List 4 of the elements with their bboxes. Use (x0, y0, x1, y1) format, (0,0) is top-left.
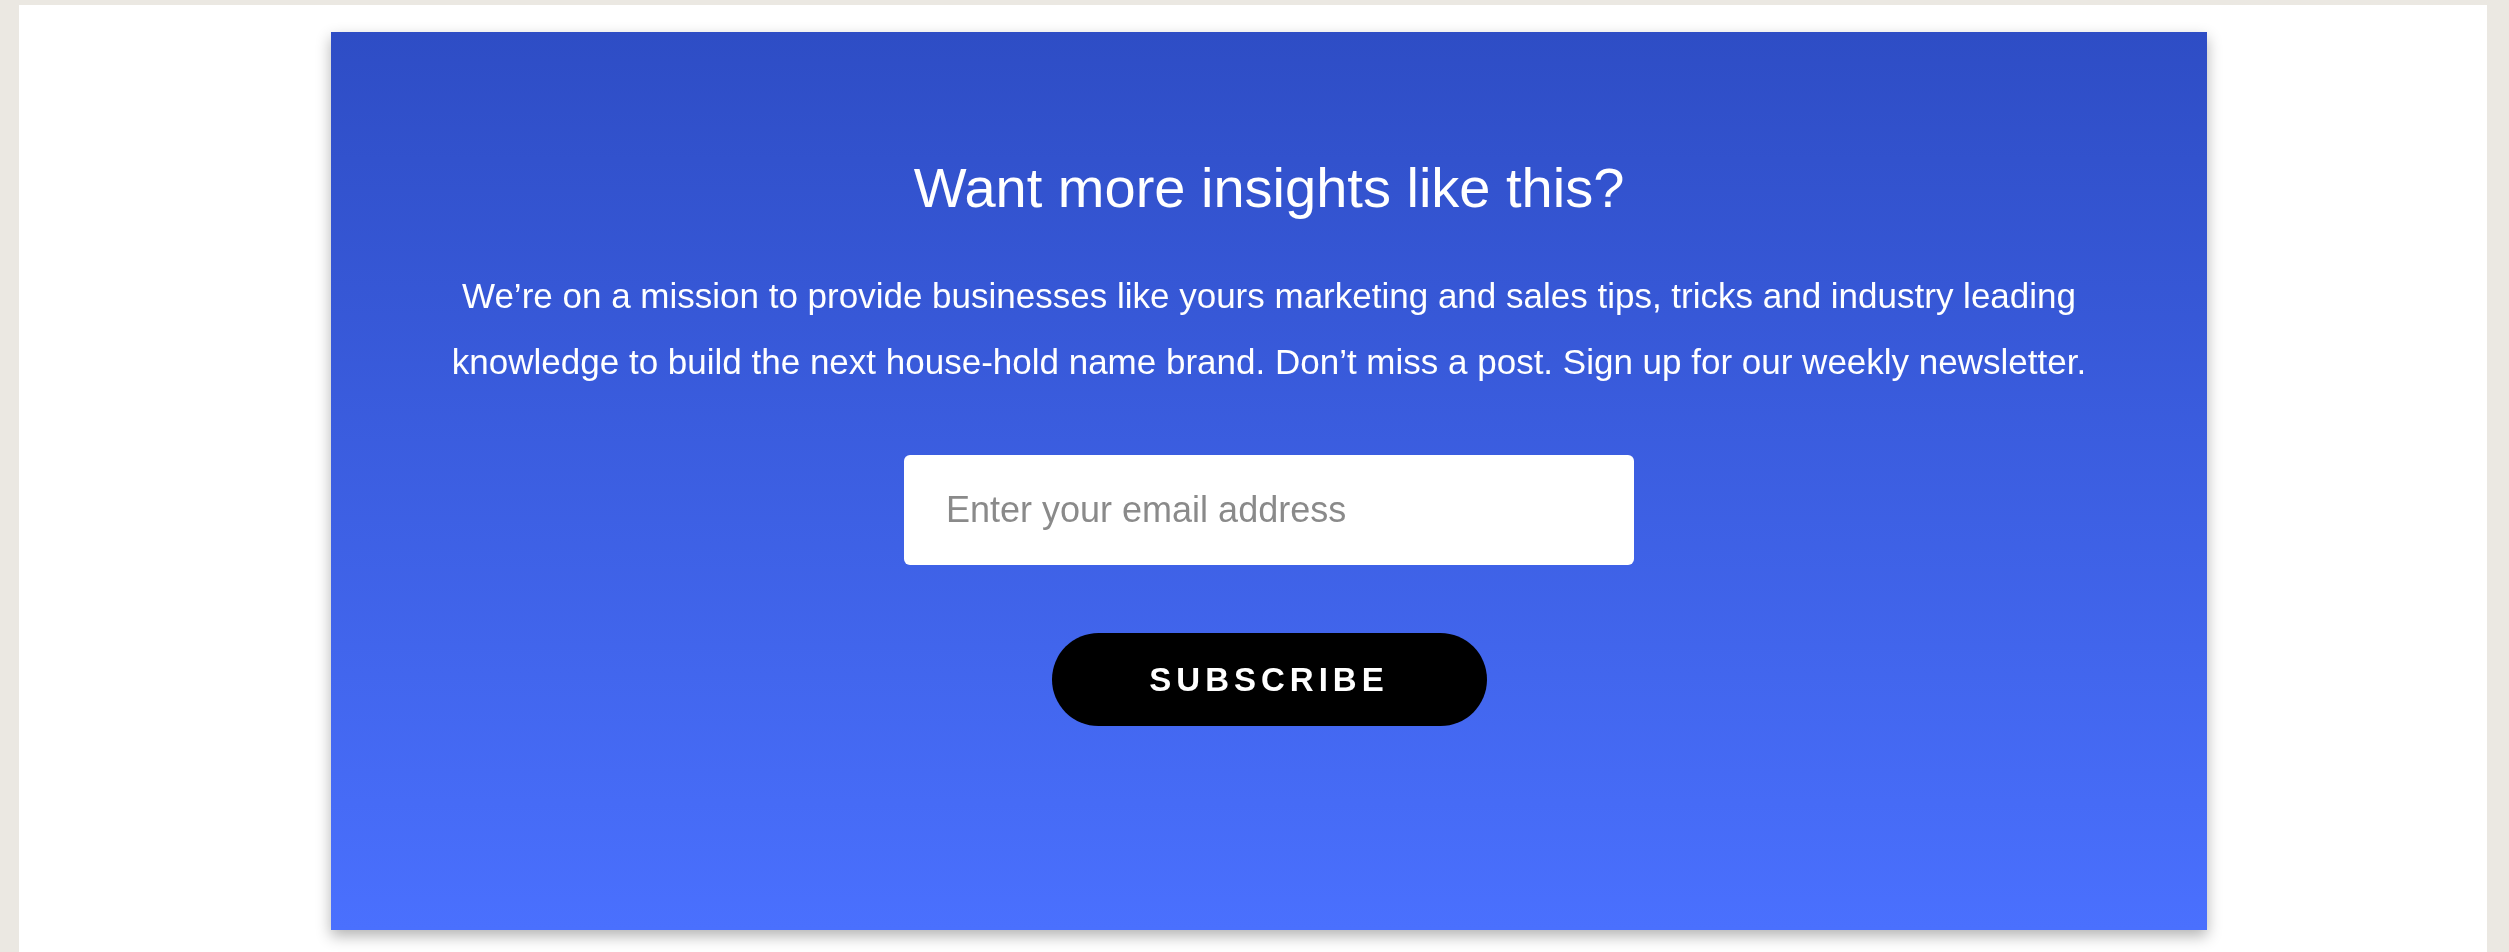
newsletter-description: We’re on a mission to provide businesses like yours marketing and sales tips, tricks and industry leading knowledge to build the next house-hold name brand. Don’t miss a post. Sign up for our weekly newsletter. (450, 275, 2088, 384)
subscribe-button[interactable]: SUBSCRIBE (1051, 633, 1487, 727)
email-input-field[interactable]: Enter your email address (904, 455, 1634, 566)
newsletter-heading: Want more insights like this? (912, 155, 1626, 221)
